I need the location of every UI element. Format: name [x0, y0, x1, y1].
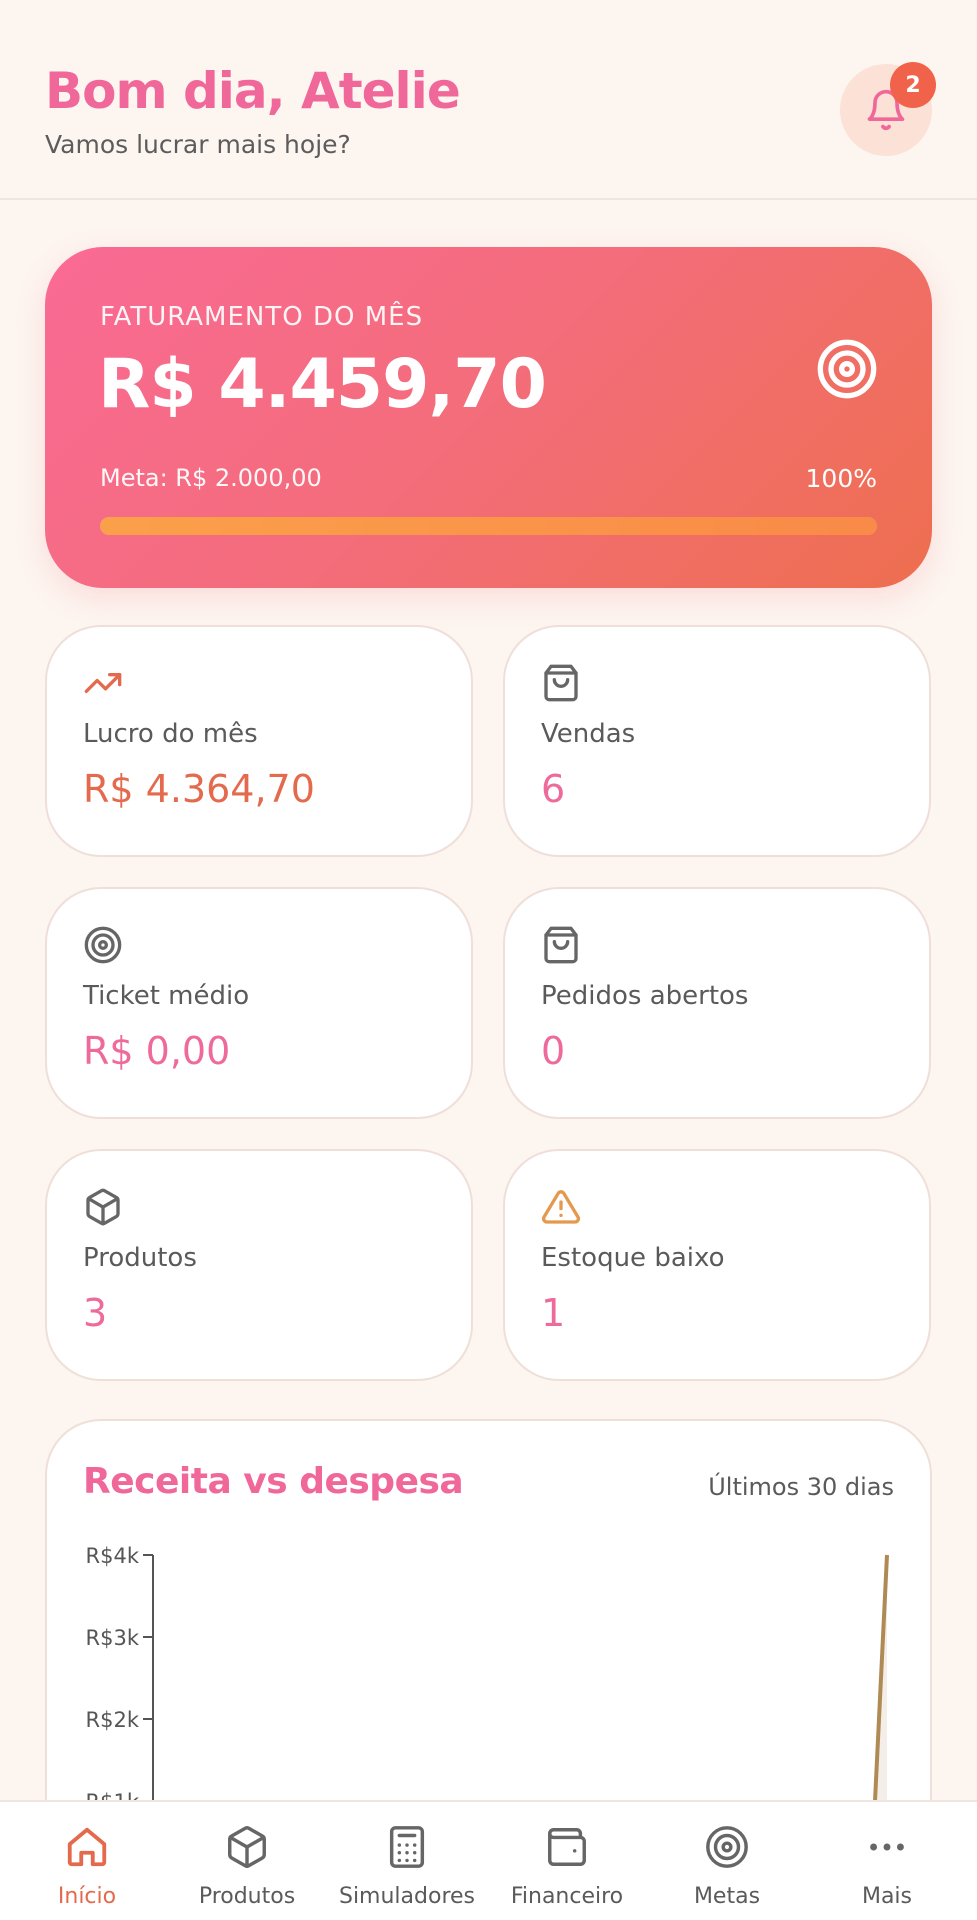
nav-label: Metas: [693, 1884, 761, 1909]
stat-label: Lucro do mês: [83, 719, 258, 749]
goal-progress-bar: [100, 517, 877, 535]
nav-item-mais[interactable]: Mais: [806, 1802, 968, 1920]
wallet-icon: [548, 1828, 586, 1866]
stat-value: 1: [541, 1291, 566, 1335]
chart-range-label: Últimos 30 dias: [708, 1473, 894, 1501]
nav-label: Mais: [861, 1884, 913, 1909]
bottom-navigation: Início Produtos Simuladores Financeiro M…: [0, 1800, 977, 1920]
stat-card-profit[interactable]: Lucro do mês R$ 4.364,70: [45, 625, 473, 857]
revenue-label: FATURAMENTO DO MÊS: [100, 302, 424, 332]
stat-label: Produtos: [83, 1243, 197, 1273]
stat-card-ticket[interactable]: Ticket médio R$ 0,00: [45, 887, 473, 1119]
y-tick-label: R$3k: [86, 1626, 140, 1650]
package-icon: [228, 1826, 266, 1869]
stat-card-open-orders[interactable]: Pedidos abertos 0: [503, 887, 931, 1119]
home-icon: [67, 1827, 107, 1867]
greeting-title: Bom dia, Atelie: [45, 62, 461, 120]
nav-label: Simuladores: [338, 1884, 476, 1909]
chart-title: Receita vs despesa: [83, 1461, 464, 1502]
monthly-revenue-card: FATURAMENTO DO MÊS R$ 4.459,70 Meta: R$ …: [45, 247, 932, 588]
goal-label: Meta: R$ 2.000,00: [100, 464, 322, 492]
goal-progress-fill: [100, 517, 877, 535]
nav-item-produtos[interactable]: Produtos: [166, 1802, 328, 1920]
stat-card-sales[interactable]: Vendas 6: [503, 625, 931, 857]
trending-up-icon: [84, 673, 122, 693]
nav-label: Início: [57, 1884, 117, 1909]
stat-label: Pedidos abertos: [541, 981, 749, 1011]
nav-item-inicio[interactable]: Início: [6, 1802, 168, 1920]
target-icon: [706, 1826, 748, 1868]
shopping-bag-icon: [544, 664, 578, 702]
target-icon: [84, 926, 122, 964]
calculator-icon: [389, 1826, 425, 1868]
nav-label: Produtos: [198, 1884, 296, 1909]
stat-card-low-stock[interactable]: Estoque baixo 1: [503, 1149, 931, 1381]
target-icon: [817, 339, 877, 399]
goal-percent: 100%: [805, 464, 877, 493]
alert-triangle-icon: [541, 1190, 581, 1224]
stat-card-products[interactable]: Produtos 3: [45, 1149, 473, 1381]
stat-value: 6: [541, 767, 566, 811]
nav-item-financeiro[interactable]: Financeiro: [486, 1802, 648, 1920]
stat-value: R$ 0,00: [83, 1029, 231, 1073]
y-tick-label: R$2k: [86, 1708, 140, 1732]
stat-label: Estoque baixo: [541, 1243, 725, 1273]
stat-label: Vendas: [541, 719, 636, 749]
greeting-subtitle: Vamos lucrar mais hoje?: [45, 130, 351, 159]
notification-badge: 2: [890, 62, 936, 108]
nav-label: Financeiro: [510, 1884, 624, 1909]
stat-value: R$ 4.364,70: [83, 767, 315, 811]
package-icon: [86, 1188, 120, 1226]
shopping-bag-icon: [544, 926, 578, 964]
header: Bom dia, Atelie Vamos lucrar mais hoje? …: [0, 0, 977, 200]
more-icon: [870, 1843, 904, 1851]
stat-label: Ticket médio: [83, 981, 250, 1011]
stat-value: 3: [83, 1291, 108, 1335]
nav-item-metas[interactable]: Metas: [646, 1802, 808, 1920]
revenue-value: R$ 4.459,70: [98, 345, 547, 424]
y-tick-label: R$4k: [86, 1544, 140, 1568]
nav-item-simuladores[interactable]: Simuladores: [326, 1802, 488, 1920]
stat-value: 0: [541, 1029, 566, 1073]
